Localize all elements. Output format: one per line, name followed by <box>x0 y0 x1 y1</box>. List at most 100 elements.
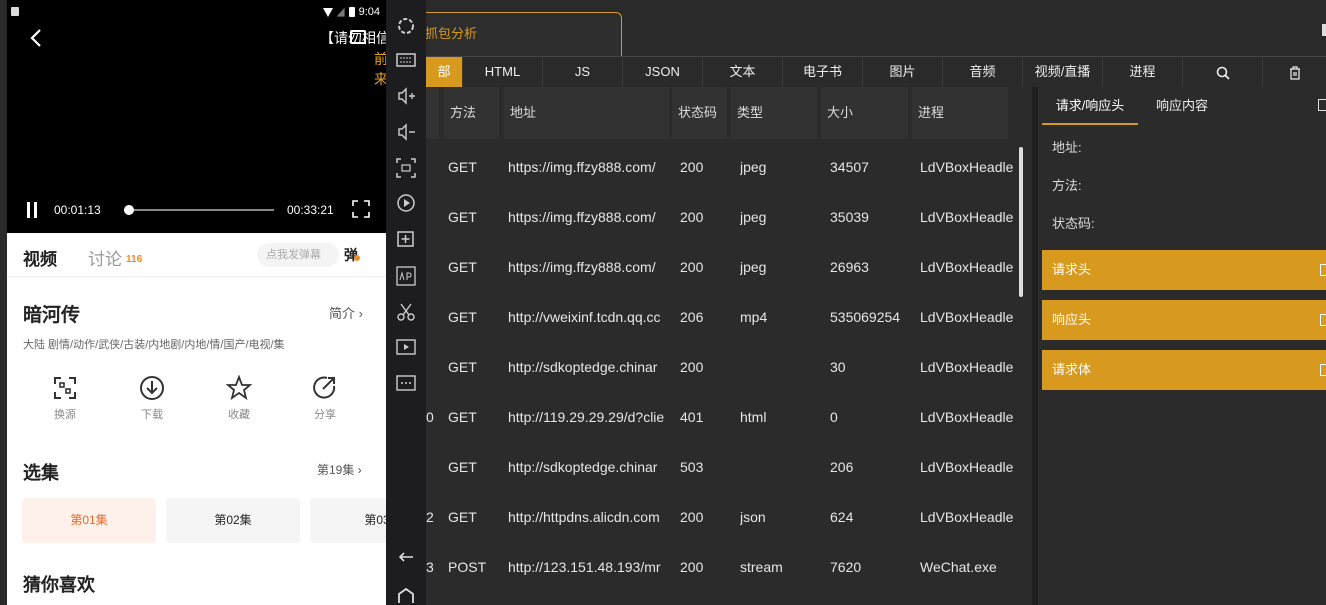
filter-search[interactable] <box>1183 57 1263 87</box>
action-label: 分享 <box>314 409 336 421</box>
tab-response-content[interactable]: 响应内容 <box>1142 87 1222 125</box>
table-row[interactable]: GET http://sdkoptedge.chinar 200 30 LdVBoxHe… <box>426 342 1032 392</box>
scissors-icon[interactable] <box>396 302 416 322</box>
copy-icon[interactable] <box>1320 314 1326 326</box>
copy-icon[interactable] <box>1320 364 1326 376</box>
action-label: 下载 <box>141 409 163 421</box>
filter-html[interactable]: HTML <box>463 57 543 87</box>
add-app-icon[interactable] <box>396 229 416 249</box>
episode-item[interactable]: 第03 <box>310 498 386 543</box>
action-share[interactable]: 分享 <box>295 375 355 422</box>
download-icon <box>140 376 164 400</box>
cell-url: http://httpdns.alicdn.com <box>508 509 660 525</box>
tab-add-icon[interactable] <box>1322 24 1326 36</box>
column-url[interactable]: 地址 <box>504 87 670 139</box>
copy-icon[interactable] <box>1318 99 1326 111</box>
field-status-label: 状态码: <box>1052 216 1095 231</box>
cell-url: http://sdkoptedge.chinar <box>508 459 658 475</box>
episode-item[interactable]: 第01集 <box>22 498 156 543</box>
progress-bar[interactable] <box>124 205 274 215</box>
danmu-input[interactable]: 点我发弹幕 <box>257 243 339 267</box>
cell-size: 0 <box>830 409 838 425</box>
column-status[interactable]: 状态码 <box>672 87 728 139</box>
cell-method: GET <box>448 359 477 375</box>
filter-process[interactable]: 进程 <box>1103 57 1183 87</box>
cell-process: LdVBoxHeadle <box>920 159 1014 175</box>
tab-discuss[interactable]: 讨论 <box>88 245 122 270</box>
cell-method: GET <box>448 309 477 325</box>
table-scrollbar[interactable] <box>1019 147 1023 297</box>
section-response-headers[interactable]: 响应头 <box>1042 300 1326 340</box>
copy-icon[interactable] <box>1320 264 1326 276</box>
section-request-body[interactable]: 请求体 <box>1042 350 1326 390</box>
filter-video-live[interactable]: 视频/直播 <box>1023 57 1103 87</box>
table-row[interactable]: GET http://vweixinf.tcdn.qq.cc 206 mp4 53506… <box>426 292 1032 342</box>
keyboard-icon[interactable] <box>396 50 416 70</box>
status-bar: 9:04 <box>7 0 386 28</box>
cell-type: html <box>740 409 767 425</box>
fullscreen-icon[interactable] <box>352 200 370 218</box>
action-label: 换源 <box>54 409 76 421</box>
table-row[interactable]: GET https://img.ffzy888.com/200 jpeg 26963 L… <box>426 242 1032 292</box>
table-row[interactable]: GET http://sdkoptedge.chinar 503 206 LdVBoxH… <box>426 442 1032 492</box>
table-row[interactable]: GET https://img.ffzy888.com/200 jpeg 35039 L… <box>426 192 1032 242</box>
apk-install-icon[interactable] <box>396 266 416 286</box>
episodes-title: 选集 <box>23 463 59 483</box>
settings-icon[interactable] <box>396 16 416 36</box>
cast-icon[interactable] <box>350 30 366 44</box>
filter-clear[interactable] <box>1263 57 1326 87</box>
cell-type: jpeg <box>740 159 767 175</box>
cell-type: mp4 <box>740 309 768 325</box>
table-header: 方法 地址 状态码 类型 大小 进程 <box>426 87 1032 139</box>
trash-icon <box>1289 65 1300 80</box>
android-back-icon[interactable] <box>396 545 416 565</box>
filter-all[interactable]: 部 <box>426 57 463 87</box>
volume-up-icon[interactable] <box>396 86 416 106</box>
wifi-icon <box>322 7 333 17</box>
episode-count-link[interactable]: 第19集 › <box>317 461 362 478</box>
table-row[interactable]: 2 GET http://httpdns.alicdn.com 200 json 624 L… <box>426 492 1032 542</box>
record-icon[interactable] <box>396 193 416 213</box>
row-index <box>426 442 440 492</box>
cell-type: jpeg <box>740 209 767 225</box>
action-favorite[interactable]: 收藏 <box>209 375 269 422</box>
table-row[interactable]: 3 POST http://123.151.48.193/mr 200 stream 76… <box>426 542 1032 592</box>
danmu-status-dot <box>354 255 360 261</box>
show-tags: 大陆 剧情/动作/武侠/古装/内地剧/内地/情/国产/电视/集 <box>23 339 285 351</box>
status-bar-right: 9:04 <box>322 6 380 18</box>
filter-ebook[interactable]: 电子书 <box>783 57 863 87</box>
section-request-headers[interactable]: 请求头 <box>1042 250 1326 290</box>
pause-icon[interactable] <box>25 202 39 218</box>
table-row[interactable]: 0 GET http://119.29.29.29/d?clie 401 html 0 Ld… <box>426 392 1032 442</box>
episode-item[interactable]: 第02集 <box>166 498 300 543</box>
action-switch-source[interactable]: 换源 <box>35 375 95 422</box>
volume-down-icon[interactable] <box>396 122 416 142</box>
video-icon[interactable] <box>396 337 416 357</box>
filter-json[interactable]: JSON <box>623 57 703 87</box>
intro-link[interactable]: 简介 › <box>329 303 363 322</box>
cell-url: https://img.ffzy888.com/ <box>508 259 656 275</box>
more-icon[interactable] <box>396 373 416 393</box>
column-size[interactable]: 大小 <box>821 87 909 139</box>
video-player[interactable]: 9:04 【请勿相信 前 来 00:01:13 00:33:21 <box>7 0 386 233</box>
tab-request-response-headers[interactable]: 请求/响应头 <box>1042 87 1138 125</box>
screenshot-icon[interactable] <box>396 158 416 178</box>
player-controls: 00:01:13 00:33:21 <box>7 196 386 226</box>
back-arrow-icon[interactable] <box>25 26 49 50</box>
progress-knob[interactable] <box>124 205 135 215</box>
column-process[interactable]: 进程 <box>912 87 1009 139</box>
action-download[interactable]: 下载 <box>122 375 182 422</box>
filter-audio[interactable]: 音频 <box>943 57 1023 87</box>
column-type[interactable]: 类型 <box>731 87 818 139</box>
column-method[interactable]: 方法 <box>444 87 500 139</box>
android-home-icon[interactable] <box>396 585 416 605</box>
tab-packet-analysis[interactable]: 抓包分析 <box>426 12 622 56</box>
tab-video[interactable]: 视频 <box>23 245 57 270</box>
filter-image[interactable]: 图片 <box>863 57 943 87</box>
cell-process: LdVBoxHeadle <box>920 309 1014 325</box>
filter-js[interactable]: JS <box>543 57 623 87</box>
table-row[interactable]: GET https://img.ffzy888.com/200 jpeg 34507 L… <box>426 142 1032 192</box>
cell-status: 200 <box>680 259 704 275</box>
request-table: 方法 地址 状态码 类型 大小 进程 GET https://img.ffzy88… <box>426 87 1032 605</box>
filter-text[interactable]: 文本 <box>703 57 783 87</box>
